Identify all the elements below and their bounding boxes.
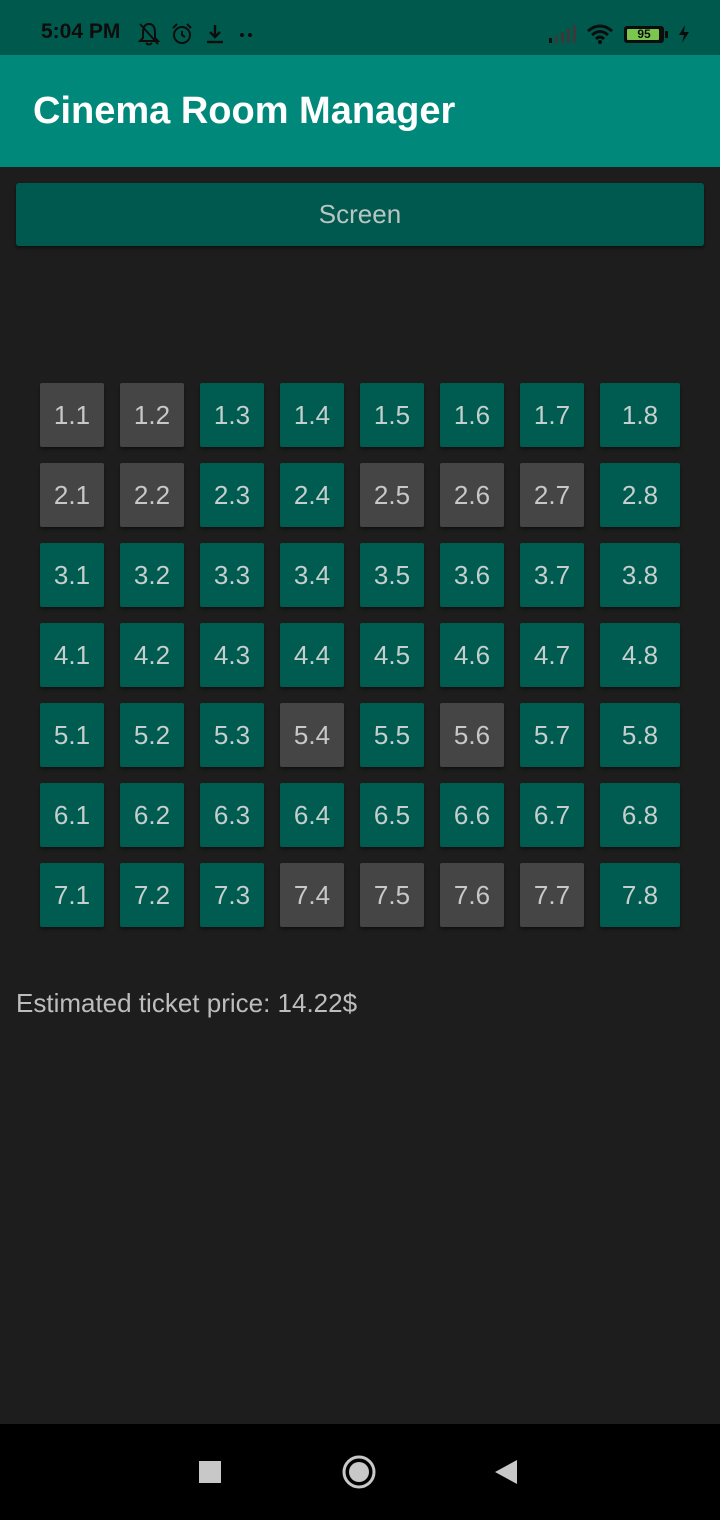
bell-off-icon xyxy=(138,22,160,46)
seat-7-8[interactable]: 7.8 xyxy=(600,863,680,927)
seat-7-3[interactable]: 7.3 xyxy=(200,863,264,927)
seat-6-8[interactable]: 6.8 xyxy=(600,783,680,847)
seat-2-3[interactable]: 2.3 xyxy=(200,463,264,527)
seat-4-3[interactable]: 4.3 xyxy=(200,623,264,687)
seat-5-2[interactable]: 5.2 xyxy=(120,703,184,767)
seat-4-8[interactable]: 4.8 xyxy=(600,623,680,687)
seat-5-3[interactable]: 5.3 xyxy=(200,703,264,767)
screen-label: Screen xyxy=(318,199,402,229)
seat-2-7[interactable]: 2.7 xyxy=(520,463,584,527)
seat-6-2[interactable]: 6.2 xyxy=(120,783,184,847)
seat-7-6[interactable]: 7.6 xyxy=(440,863,504,927)
estimated-price-label: Estimated ticket price: 14.22$ xyxy=(16,988,358,1018)
alarm-icon xyxy=(172,23,192,44)
seat-7-2[interactable]: 7.2 xyxy=(120,863,184,927)
status-bar: 5:04 PM 95 xyxy=(0,0,720,55)
status-time: 5:04 PM xyxy=(41,20,121,43)
signal-icon xyxy=(549,25,576,43)
seat-3-5[interactable]: 3.5 xyxy=(360,543,424,607)
seat-6-3[interactable]: 6.3 xyxy=(200,783,264,847)
seat-2-1[interactable]: 2.1 xyxy=(40,463,104,527)
seat-5-4[interactable]: 5.4 xyxy=(280,703,344,767)
seat-7-1[interactable]: 7.1 xyxy=(40,863,104,927)
back-icon[interactable] xyxy=(494,1459,518,1485)
seat-4-2[interactable]: 4.2 xyxy=(120,623,184,687)
more-dots-icon xyxy=(240,33,252,37)
status-right-icons: 95 xyxy=(548,20,690,48)
charging-icon xyxy=(679,25,689,43)
seat-7-7[interactable]: 7.7 xyxy=(520,863,584,927)
seat-1-2[interactable]: 1.2 xyxy=(120,383,184,447)
app-title: Cinema Room Manager xyxy=(33,90,456,132)
seat-grid: 1.1 1.2 1.3 1.4 1.5 1.6 1.7 1.8 2.1 2.2 2.3 2.4 2.5 2… xyxy=(40,383,680,927)
seat-3-6[interactable]: 3.6 xyxy=(440,543,504,607)
seat-6-6[interactable]: 6.6 xyxy=(440,783,504,847)
seat-6-5[interactable]: 6.5 xyxy=(360,783,424,847)
seat-4-1[interactable]: 4.1 xyxy=(40,623,104,687)
battery-tip xyxy=(665,30,668,38)
wifi-icon xyxy=(587,24,613,44)
seat-4-6[interactable]: 4.6 xyxy=(440,623,504,687)
battery-icon: 95 xyxy=(624,25,664,43)
home-icon[interactable] xyxy=(342,1455,376,1489)
app-bar: Cinema Room Manager xyxy=(0,55,720,167)
seat-3-3[interactable]: 3.3 xyxy=(200,543,264,607)
seat-2-5[interactable]: 2.5 xyxy=(360,463,424,527)
seat-5-5[interactable]: 5.5 xyxy=(360,703,424,767)
seat-1-4[interactable]: 1.4 xyxy=(280,383,344,447)
seat-4-5[interactable]: 4.5 xyxy=(360,623,424,687)
seat-3-4[interactable]: 3.4 xyxy=(280,543,344,607)
status-left-icons xyxy=(138,20,256,48)
recents-icon[interactable] xyxy=(199,1461,221,1483)
download-icon xyxy=(207,25,223,44)
seat-6-1[interactable]: 6.1 xyxy=(40,783,104,847)
seat-5-1[interactable]: 5.1 xyxy=(40,703,104,767)
seat-1-7[interactable]: 1.7 xyxy=(520,383,584,447)
seat-3-7[interactable]: 3.7 xyxy=(520,543,584,607)
screen-bar: Screen xyxy=(16,183,704,246)
seat-2-4[interactable]: 2.4 xyxy=(280,463,344,527)
seat-5-6[interactable]: 5.6 xyxy=(440,703,504,767)
seat-5-7[interactable]: 5.7 xyxy=(520,703,584,767)
seat-4-4[interactable]: 4.4 xyxy=(280,623,344,687)
seat-3-2[interactable]: 3.2 xyxy=(120,543,184,607)
seat-6-4[interactable]: 6.4 xyxy=(280,783,344,847)
seat-4-7[interactable]: 4.7 xyxy=(520,623,584,687)
seat-1-6[interactable]: 1.6 xyxy=(440,383,504,447)
seat-2-8[interactable]: 2.8 xyxy=(600,463,680,527)
seat-2-6[interactable]: 2.6 xyxy=(440,463,504,527)
seat-2-2[interactable]: 2.2 xyxy=(120,463,184,527)
seat-5-8[interactable]: 5.8 xyxy=(600,703,680,767)
seat-1-5[interactable]: 1.5 xyxy=(360,383,424,447)
navigation-bar xyxy=(0,1424,720,1520)
seat-7-4[interactable]: 7.4 xyxy=(280,863,344,927)
seat-1-3[interactable]: 1.3 xyxy=(200,383,264,447)
seat-7-5[interactable]: 7.5 xyxy=(360,863,424,927)
seat-3-8[interactable]: 3.8 xyxy=(600,543,680,607)
seat-1-8[interactable]: 1.8 xyxy=(600,383,680,447)
battery-level: 95 xyxy=(637,26,651,41)
seat-3-1[interactable]: 3.1 xyxy=(40,543,104,607)
seat-1-1[interactable]: 1.1 xyxy=(40,383,104,447)
seat-6-7[interactable]: 6.7 xyxy=(520,783,584,847)
